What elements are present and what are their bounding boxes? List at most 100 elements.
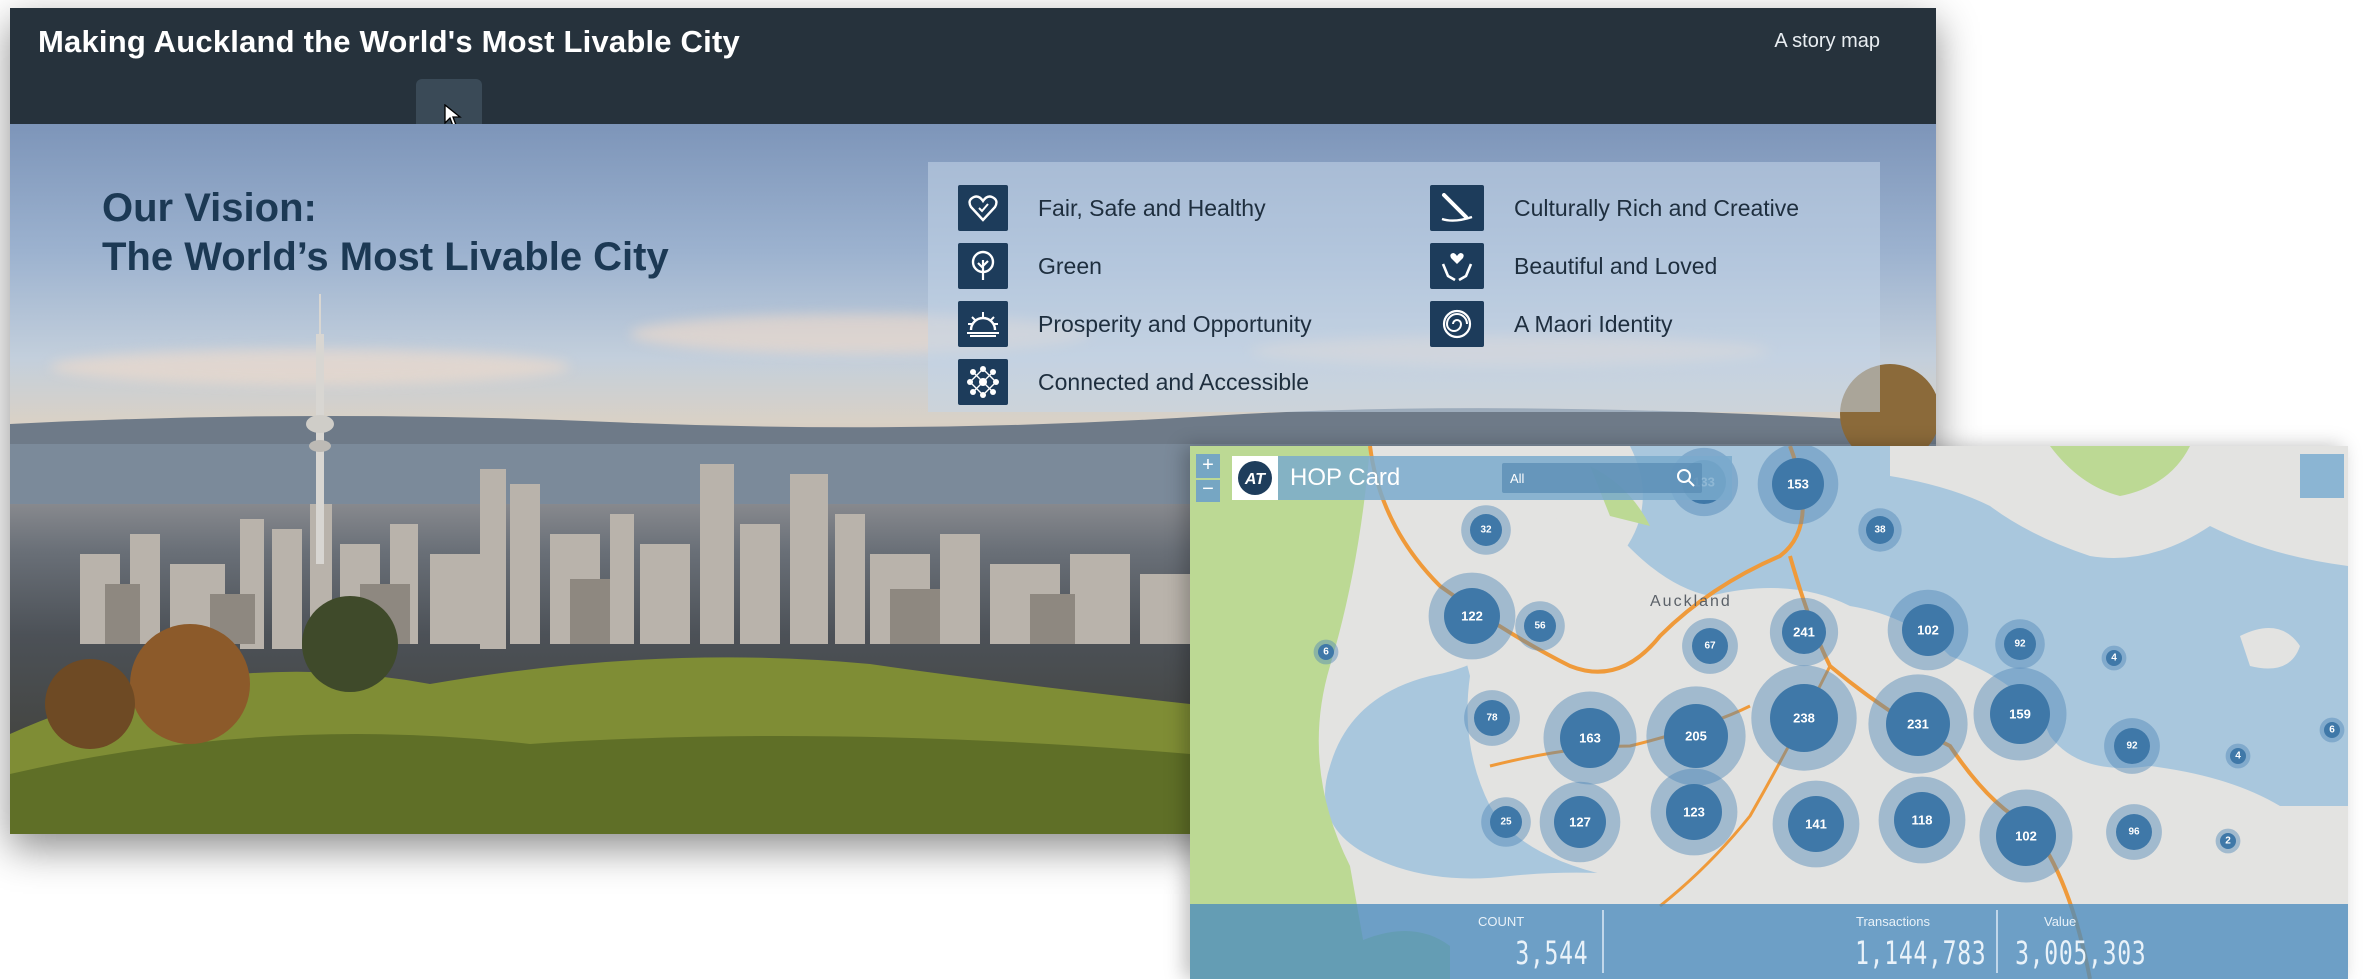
cluster-marker[interactable]: 4 xyxy=(2101,645,2127,671)
cluster-marker[interactable]: 32 xyxy=(1461,505,1511,555)
cluster-count: 127 xyxy=(1569,815,1591,830)
zoom-out-button[interactable]: − xyxy=(1196,479,1220,502)
cluster-marker[interactable]: 122 xyxy=(1428,572,1516,660)
filter-value: All xyxy=(1510,470,1525,486)
map-toolbar: AT HOP Card All xyxy=(1232,456,1732,500)
vision-item-label: Connected and Accessible xyxy=(1038,368,1310,395)
cluster-marker[interactable]: 6 xyxy=(1313,639,1339,665)
hop-app-title: HOP Card xyxy=(1290,464,1401,491)
story-subtitle-link[interactable]: A story map xyxy=(1774,30,1880,53)
zoom-in-button[interactable]: + xyxy=(1196,454,1220,478)
cluster-marker[interactable]: 123 xyxy=(1650,768,1738,856)
cluster-marker[interactable]: 127 xyxy=(1539,781,1621,863)
cluster-marker[interactable]: 92 xyxy=(2104,718,2160,774)
cluster-marker[interactable]: 118 xyxy=(1878,776,1966,864)
cluster-marker[interactable]: 78 xyxy=(1464,690,1520,746)
cluster-count: 4 xyxy=(2111,653,2117,664)
vision-item-beautiful-loved[interactable]: Beautiful and Loved xyxy=(1430,242,1717,290)
cluster-count: 6 xyxy=(2329,725,2335,736)
cluster-marker[interactable]: 92 xyxy=(1995,619,2045,669)
cluster-marker[interactable]: 56 xyxy=(1515,601,1565,651)
vision-heading-line2: The World’s Most Livable City xyxy=(102,235,669,279)
brush-icon xyxy=(1430,185,1484,231)
filter-search-input[interactable]: All xyxy=(1502,463,1702,493)
vision-item-label: Fair, Safe and Healthy xyxy=(1038,194,1266,221)
stats-bar: COUNT 3,544 Transactions 1,144,783 Value… xyxy=(1190,904,2348,979)
screenshot-stage: Making Auckland the World's Most Livable… xyxy=(0,0,2369,979)
story-title: Making Auckland the World's Most Livable… xyxy=(38,24,740,59)
tree-icon xyxy=(958,243,1008,289)
search-icon[interactable] xyxy=(1676,468,1696,488)
stat-label: Transactions xyxy=(1856,914,1930,929)
vision-item-label: Culturally Rich and Creative xyxy=(1514,194,1800,221)
cluster-marker[interactable]: 159 xyxy=(1973,667,2067,761)
cluster-count: 231 xyxy=(1907,717,1929,732)
koru-icon xyxy=(1430,301,1484,347)
cluster-marker[interactable]: 38 xyxy=(1858,508,1902,552)
cluster-count: 123 xyxy=(1683,805,1705,820)
cluster-marker[interactable]: 67 xyxy=(1682,618,1738,674)
cluster-count: 141 xyxy=(1805,817,1827,832)
stat-value: 3,544 xyxy=(1515,934,1588,972)
cluster-marker[interactable]: 2 xyxy=(2215,828,2241,854)
cluster-count: 118 xyxy=(1912,813,1933,828)
cluster-marker[interactable]: 102 xyxy=(1979,789,2073,883)
cluster-count: 102 xyxy=(2015,829,2037,844)
hands-heart-icon xyxy=(1430,243,1484,289)
stat-value: 3,005,303 xyxy=(2014,934,2146,972)
vision-item-label: Prosperity and Opportunity xyxy=(1038,310,1312,337)
stat-transactions: Transactions 1,144,783 xyxy=(1604,904,1996,979)
cluster-marker[interactable]: 6 xyxy=(2319,717,2345,743)
cluster-marker[interactable]: 25 xyxy=(1481,797,1531,847)
vision-item-connected[interactable]: Connected and Accessible xyxy=(958,358,1309,406)
vision-item-label: Green xyxy=(1038,252,1102,279)
cluster-count: 96 xyxy=(2128,827,2140,838)
hop-card-map-window[interactable]: Auckland 1331533238122566724110292478163… xyxy=(1190,446,2348,979)
cluster-count: 205 xyxy=(1685,729,1707,744)
cluster-count: 153 xyxy=(1787,477,1809,492)
cluster-count: 92 xyxy=(2126,741,2138,752)
vision-panel: Fair, Safe and Healthy Green Prosperity … xyxy=(928,162,1880,412)
cluster-count: 4 xyxy=(2235,751,2241,762)
cluster-count: 122 xyxy=(1461,609,1483,624)
cluster-marker[interactable]: 231 xyxy=(1868,674,1968,774)
cluster-count: 102 xyxy=(1917,623,1939,638)
heart-icon xyxy=(958,185,1008,231)
vision-item-prosperity[interactable]: Prosperity and Opportunity xyxy=(958,300,1312,348)
cluster-count: 2 xyxy=(2225,836,2231,847)
cluster-marker[interactable]: 238 xyxy=(1751,665,1857,771)
cluster-marker[interactable]: 163 xyxy=(1543,691,1637,785)
cluster-marker[interactable]: 102 xyxy=(1887,589,1969,671)
cluster-count: 241 xyxy=(1793,625,1815,640)
cluster-marker[interactable]: 96 xyxy=(2106,804,2162,860)
sunrise-icon xyxy=(958,301,1008,347)
cluster-marker[interactable]: 141 xyxy=(1772,780,1860,868)
cluster-count: 159 xyxy=(2009,707,2031,722)
map-corner-button[interactable] xyxy=(2300,454,2344,498)
map-canvas[interactable]: Auckland 1331533238122566724110292478163… xyxy=(1190,446,2348,979)
vision-item-maori-identity[interactable]: A Maori Identity xyxy=(1430,300,1673,348)
vision-item-green[interactable]: Green xyxy=(958,242,1102,290)
cluster-count: 92 xyxy=(2014,639,2026,650)
cluster-marker[interactable]: 153 xyxy=(1757,446,1839,525)
vision-item-fair-safe-healthy[interactable]: Fair, Safe and Healthy xyxy=(958,184,1266,232)
stat-label: COUNT xyxy=(1478,914,1525,929)
cluster-count: 32 xyxy=(1480,525,1492,536)
cluster-count: 78 xyxy=(1486,713,1498,724)
svg-text:AT: AT xyxy=(1244,471,1266,488)
vision-item-culturally-rich[interactable]: Culturally Rich and Creative xyxy=(1430,184,1799,232)
vision-item-label: A Maori Identity xyxy=(1514,310,1673,337)
cluster-count: 25 xyxy=(1500,817,1512,828)
city-label: Auckland xyxy=(1650,593,1732,610)
vision-heading: Our Vision: The World’s Most Livable Cit… xyxy=(102,184,669,282)
stat-label: Value xyxy=(2044,914,2077,929)
cluster-count: 163 xyxy=(1579,731,1601,746)
vision-heading-line1: Our Vision: xyxy=(102,186,317,230)
story-header: Making Auckland the World's Most Livable… xyxy=(10,8,1936,127)
cluster-marker[interactable]: 241 xyxy=(1769,597,1839,667)
stat-value-total: Value 3,005,303 xyxy=(1998,904,2348,979)
cluster-marker[interactable]: 4 xyxy=(2225,743,2251,769)
island xyxy=(2240,628,2300,669)
cluster-count: 56 xyxy=(1534,621,1546,632)
stat-value: 1,144,783 xyxy=(1854,934,1986,972)
